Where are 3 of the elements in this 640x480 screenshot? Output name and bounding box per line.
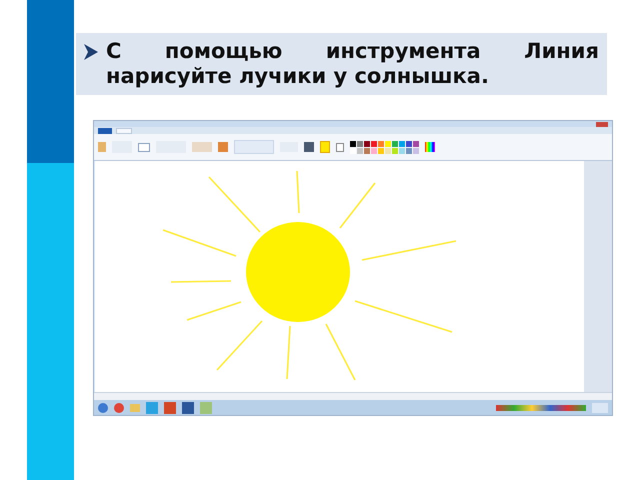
arrow-bullet-icon <box>84 44 98 60</box>
bullet-text: С помощью инструмента Линия нарисуйте лучики у солнышка. <box>106 39 599 89</box>
close-icon <box>596 122 608 126</box>
